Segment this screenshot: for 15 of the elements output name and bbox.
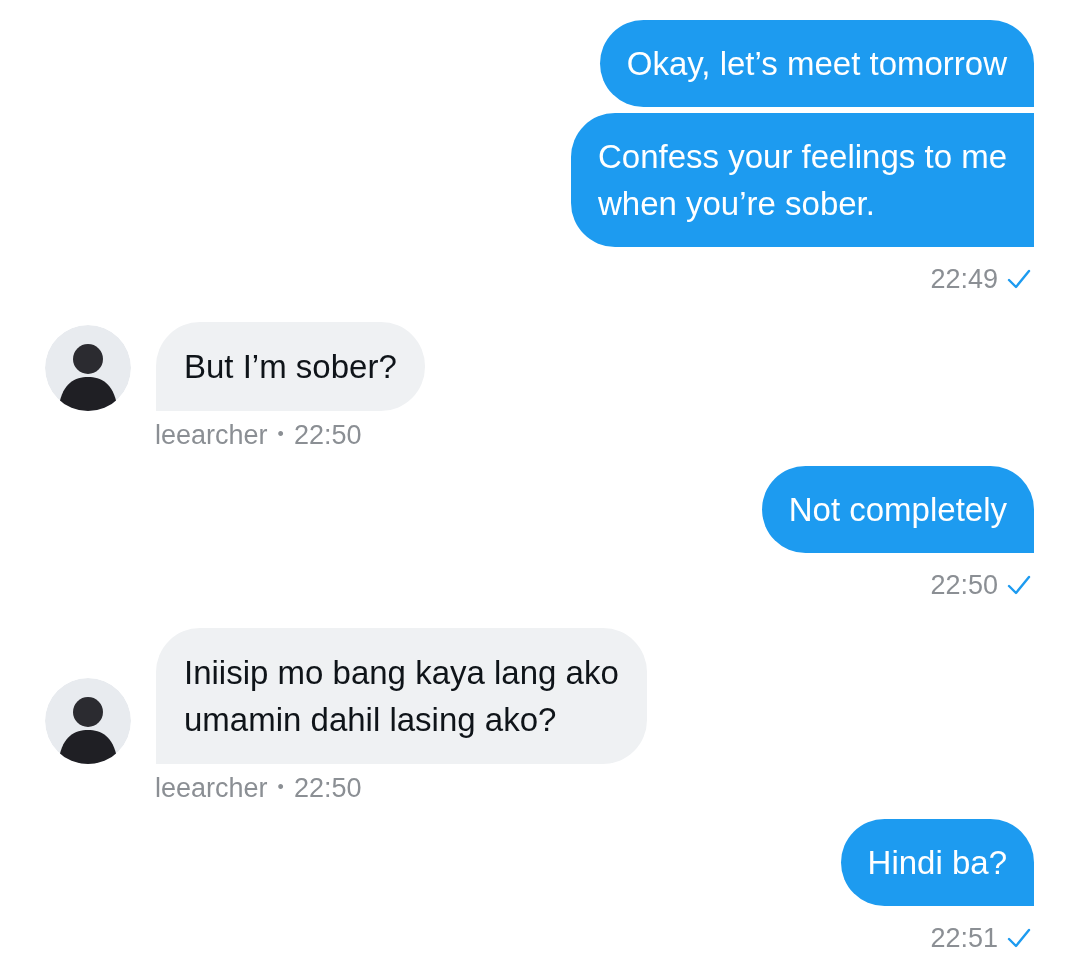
- message-bubble: Okay, let’s meet tomorrow: [599, 20, 1034, 107]
- message-bubble: Iniisip mo bang kaya lang ako umamin dahil lasing ako?: [156, 627, 647, 764]
- timestamp: 22:50: [293, 771, 362, 805]
- separator-dot: •: [277, 776, 284, 800]
- timestamp: 22:50: [930, 569, 998, 602]
- username: leearcher: [155, 771, 268, 805]
- timestamp: 22:49: [930, 263, 998, 296]
- separator-dot: •: [277, 423, 284, 447]
- message-bubble: But I’m sober?: [156, 321, 425, 411]
- timestamp: 22:51: [930, 922, 998, 955]
- message-bubble: Hindi ba?: [840, 819, 1034, 906]
- username: leearcher: [155, 418, 268, 452]
- message-bubble: Confess your feelings to me when you’re sober.: [570, 113, 1034, 247]
- timestamp: 22:50: [293, 418, 362, 452]
- message-bubble: Not completely: [761, 466, 1034, 553]
